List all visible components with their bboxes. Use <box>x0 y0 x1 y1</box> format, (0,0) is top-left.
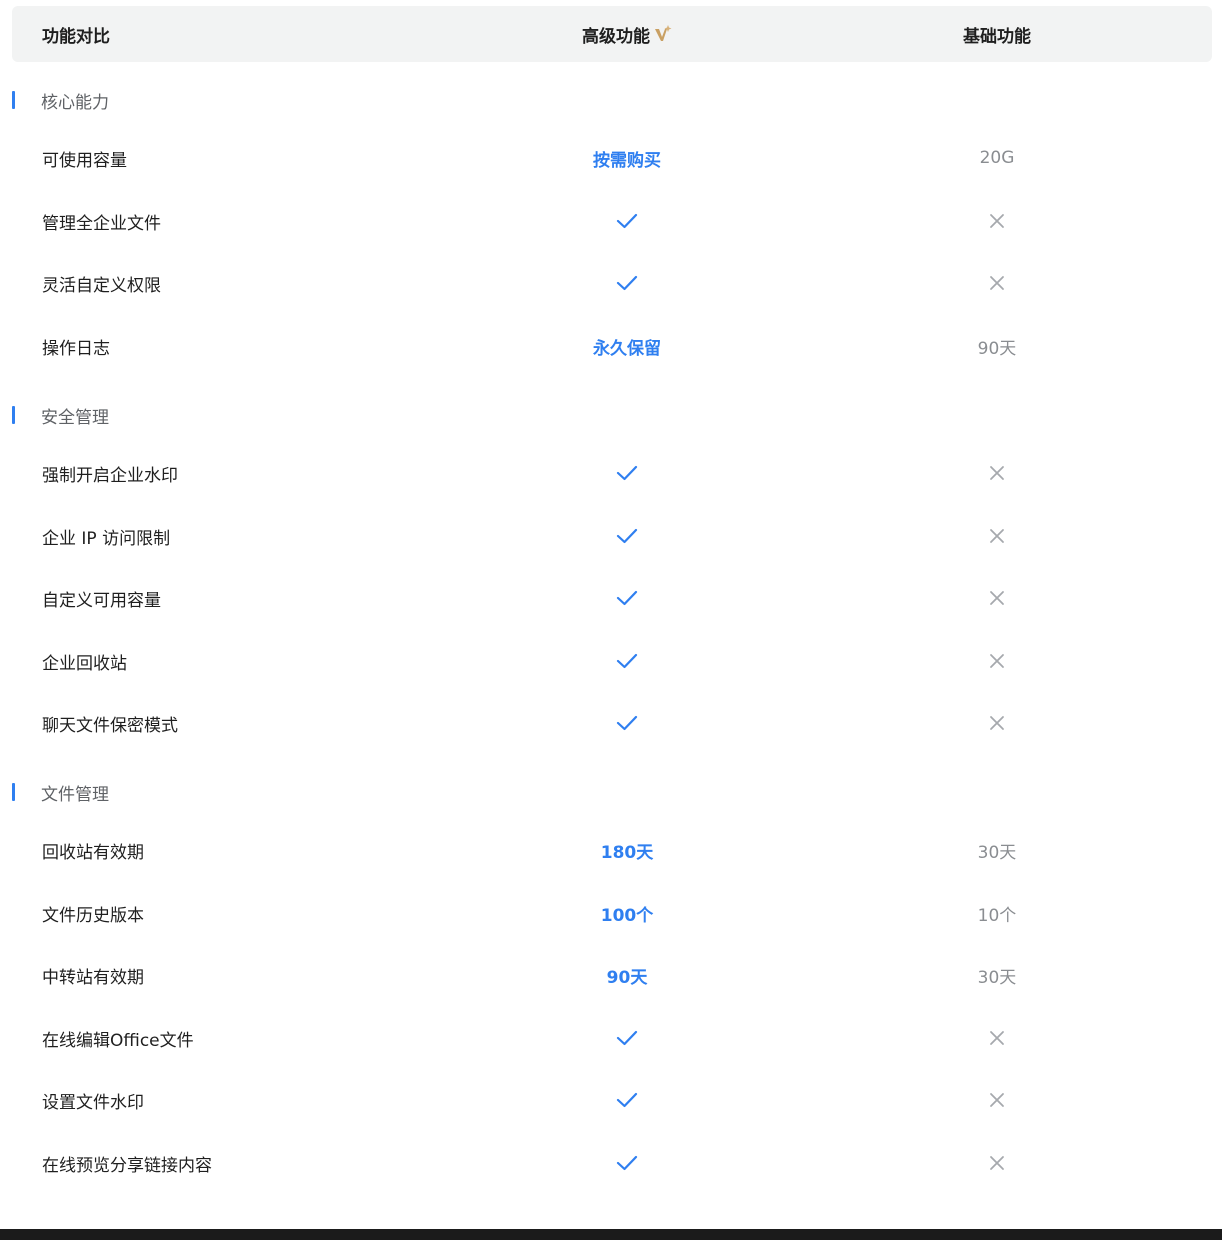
feature-name: 文件历史版本 <box>42 905 144 926</box>
section-title: 安全管理 <box>41 407 109 428</box>
footer-bar <box>0 1229 1222 1240</box>
table-row: 设置文件水印 <box>12 1080 1212 1120</box>
table-row: 在线预览分享链接内容 <box>12 1143 1212 1183</box>
cross-icon <box>847 1143 1147 1183</box>
feature-name: 强制开启企业水印 <box>42 465 178 486</box>
section-header: 文件管理 <box>12 778 109 806</box>
advanced-value: 90天 <box>606 967 648 988</box>
cross-icon <box>847 453 1147 493</box>
table-row: 管理全企业文件 <box>12 201 1212 241</box>
table-row: 企业回收站 <box>12 641 1212 681</box>
check-icon <box>477 263 777 303</box>
basic-value: 10个 <box>977 905 1017 926</box>
feature-name: 自定义可用容量 <box>42 590 161 611</box>
table-row: 在线编辑Office文件 <box>12 1018 1212 1058</box>
header-feature-label: 功能对比 <box>42 26 110 47</box>
header-basic-label: 基础功能 <box>963 26 1031 47</box>
cross-icon <box>847 578 1147 618</box>
table-row: 文件历史版本 100个 10个 <box>12 893 1212 933</box>
advanced-value: 按需购买 <box>593 150 661 171</box>
section-accent-bar <box>12 783 15 801</box>
feature-name: 中转站有效期 <box>42 967 144 988</box>
table-row: 中转站有效期 90天 30天 <box>12 955 1212 995</box>
check-icon <box>477 1080 777 1120</box>
table-row: 灵活自定义权限 <box>12 263 1212 303</box>
table-row: 操作日志 永久保留 90天 <box>12 326 1212 366</box>
advanced-value: 100个 <box>600 905 654 926</box>
cross-icon <box>847 1018 1147 1058</box>
advanced-value: 180天 <box>600 842 654 863</box>
section-header: 核心能力 <box>12 86 109 114</box>
basic-value: 90天 <box>977 338 1017 359</box>
cross-icon <box>847 516 1147 556</box>
table-row: 企业 IP 访问限制 <box>12 516 1212 556</box>
check-icon <box>477 453 777 493</box>
check-icon <box>477 516 777 556</box>
check-icon <box>477 201 777 241</box>
feature-name: 管理全企业文件 <box>42 213 161 234</box>
basic-value: 20G <box>979 148 1015 168</box>
advanced-value: 永久保留 <box>593 338 661 359</box>
section-title: 文件管理 <box>41 784 109 805</box>
check-icon <box>477 703 777 743</box>
table-row: 可使用容量 按需购买 20G <box>12 138 1212 178</box>
section-accent-bar <box>12 91 15 109</box>
cross-icon <box>847 703 1147 743</box>
check-icon <box>477 641 777 681</box>
feature-name: 设置文件水印 <box>42 1092 144 1113</box>
table-row: 回收站有效期 180天 30天 <box>12 830 1212 870</box>
basic-value: 30天 <box>977 967 1017 988</box>
comparison-header: 功能对比 高级功能 基础功能 <box>12 6 1212 62</box>
vip-badge-icon <box>654 24 672 44</box>
header-advanced-label: 高级功能 <box>582 26 650 47</box>
feature-name: 可使用容量 <box>42 150 127 171</box>
feature-name: 企业 IP 访问限制 <box>42 528 171 549</box>
check-icon <box>477 1143 777 1183</box>
feature-name: 企业回收站 <box>42 653 127 674</box>
cross-icon <box>847 201 1147 241</box>
table-row: 自定义可用容量 <box>12 578 1212 618</box>
cross-icon <box>847 641 1147 681</box>
check-icon <box>477 1018 777 1058</box>
feature-name: 聊天文件保密模式 <box>42 715 178 736</box>
cross-icon <box>847 263 1147 303</box>
section-accent-bar <box>12 406 15 424</box>
section-header: 安全管理 <box>12 401 109 429</box>
feature-name: 回收站有效期 <box>42 842 144 863</box>
feature-name: 灵活自定义权限 <box>42 275 161 296</box>
section-title: 核心能力 <box>41 92 109 113</box>
table-row: 强制开启企业水印 <box>12 453 1212 493</box>
header-advanced: 高级功能 <box>412 6 842 62</box>
table-row: 聊天文件保密模式 <box>12 703 1212 743</box>
basic-value: 30天 <box>977 842 1017 863</box>
check-icon <box>477 578 777 618</box>
cross-icon <box>847 1080 1147 1120</box>
feature-name: 在线预览分享链接内容 <box>42 1155 212 1176</box>
feature-name: 在线编辑Office文件 <box>42 1030 194 1051</box>
feature-name: 操作日志 <box>42 338 110 359</box>
